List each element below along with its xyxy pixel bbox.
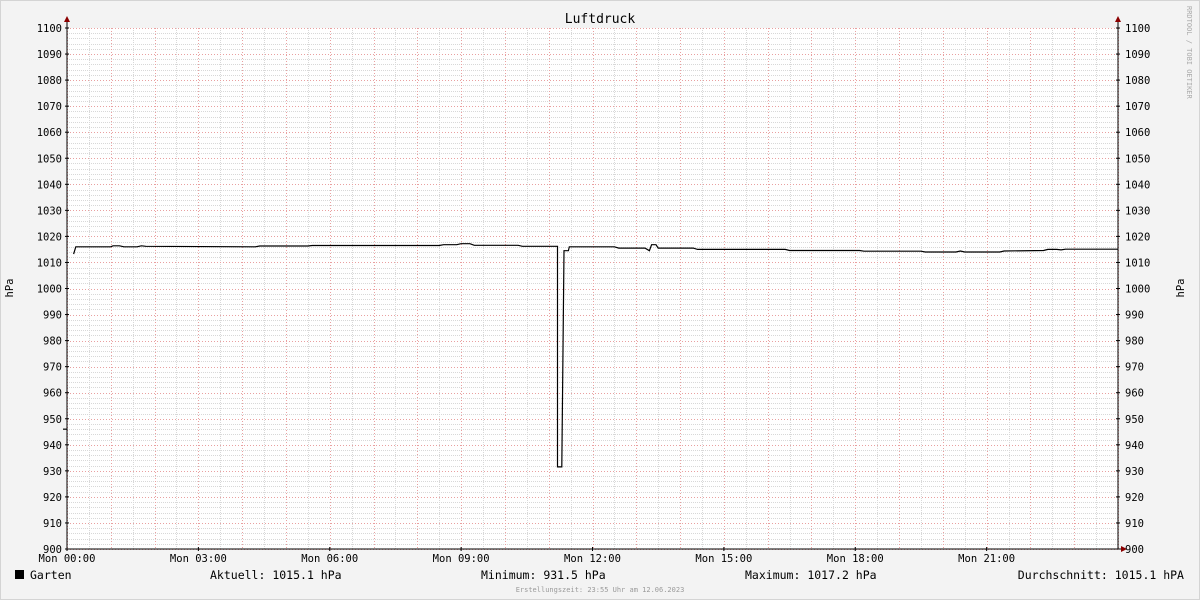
y-tick-labels-right: 900 910 920 930 940 950 960 970 980 990 1000 1010 10… [1116, 23, 1150, 556]
y-tick-label-right: 970 [1125, 362, 1144, 374]
y-axis-label-right: hPa [1175, 279, 1187, 298]
x-tick-label: Mon 12:00 [564, 553, 621, 565]
y-tick-label-right: 1050 [1125, 153, 1150, 165]
y-tick-label-right: 930 [1125, 466, 1144, 478]
y-tick-label-left: 1030 [37, 205, 62, 217]
stat-aktuell-label: Aktuell: [210, 568, 265, 582]
y-tick-label-left: 970 [43, 362, 62, 374]
y-tick-label-left: 1040 [37, 179, 62, 191]
stat-durchschnitt-label: Durchschnitt: [1018, 568, 1108, 582]
y-tick-label-right: 1070 [1125, 101, 1150, 113]
stat-maximum-value: 1017.2 hPa [807, 568, 876, 582]
y-tick-label-left: 1090 [37, 49, 62, 61]
x-tick-label: Mon 18:00 [827, 553, 884, 565]
stat-maximum: Maximum: 1017.2 hPa [745, 568, 877, 582]
x-tick-label: Mon 21:00 [958, 553, 1015, 565]
stat-durchschnitt-value: 1015.1 hPA [1115, 568, 1184, 582]
x-tick-label: Mon 06:00 [301, 553, 358, 565]
y-tick-label-left: 960 [43, 388, 62, 400]
y-tick-label-right: 960 [1125, 388, 1144, 400]
y-tick-label-left: 1010 [37, 257, 62, 269]
y-tick-label-right: 990 [1125, 310, 1144, 322]
y-tick-label-left: 920 [43, 492, 62, 504]
y-tick-label-right: 900 [1125, 544, 1144, 556]
y-tick-label-left: 910 [43, 518, 62, 530]
y-tick-label-left: 1050 [37, 153, 62, 165]
y-tick-label-right: 1060 [1125, 127, 1150, 139]
legend: Garten Aktuell: 1015.1 hPa Minimum: 931.… [15, 568, 1184, 582]
x-tick-label: Mon 15:00 [695, 553, 752, 565]
y-tick-label-right: 1100 [1125, 23, 1150, 35]
y-tick-label-right: 1040 [1125, 179, 1150, 191]
stat-aktuell-value: 1015.1 hPa [272, 568, 341, 582]
y-axis-right-arrow [1115, 16, 1121, 22]
y-tick-label-left: 1000 [37, 284, 62, 296]
y-tick-label-left: 980 [43, 336, 62, 348]
y-tick-label-left: 1070 [37, 101, 62, 113]
y-tick-label-right: 980 [1125, 336, 1144, 348]
y-tick-label-left: 940 [43, 440, 62, 452]
x-tick-label: Mon 00:00 [39, 553, 96, 565]
y-axis-label-left: hPa [4, 279, 16, 298]
y-tick-label-left: 1080 [37, 75, 62, 87]
y-axis-left-arrow [64, 16, 70, 22]
stat-maximum-label: Maximum: [745, 568, 800, 582]
y-tick-label-left: 930 [43, 466, 62, 478]
y-tick-label-right: 1020 [1125, 231, 1150, 243]
stat-durchschnitt: Durchschnitt: 1015.1 hPA [1018, 568, 1184, 582]
y-tick-label-right: 920 [1125, 492, 1144, 504]
stat-minimum: Minimum: 931.5 hPa [481, 568, 606, 582]
y-tick-label-left: 1060 [37, 127, 62, 139]
y-tick-label-right: 1030 [1125, 205, 1150, 217]
y-tick-label-right: 1080 [1125, 75, 1150, 87]
y-tick-label-right: 950 [1125, 414, 1144, 426]
y-tick-label-left: 1020 [37, 231, 62, 243]
x-tick-label: Mon 09:00 [433, 553, 490, 565]
y-tick-label-right: 910 [1125, 518, 1144, 530]
stat-aktuell: Aktuell: 1015.1 hPa [210, 568, 342, 582]
y-tick-label-right: 1000 [1125, 284, 1150, 296]
y-tick-label-right: 1090 [1125, 49, 1150, 61]
y-tick-label-left: 1100 [37, 23, 62, 35]
y-tick-label-left: 950 [43, 414, 62, 426]
y-tick-label-left: 990 [43, 310, 62, 322]
luftdruck-chart: 900 910 920 930 940 950 960 970 980 990 1000 1010 10… [4, 6, 1193, 594]
legend-series-name: Garten [30, 568, 72, 582]
chart-title: Luftdruck [565, 12, 636, 27]
stat-minimum-label: Minimum: [481, 568, 536, 582]
generation-time-footer: Erstellungszeit: 23:55 Uhr am 12.06.2023 [516, 586, 685, 594]
y-tick-label-right: 940 [1125, 440, 1144, 452]
y-tick-label-right: 1010 [1125, 257, 1150, 269]
legend-swatch [15, 570, 24, 579]
y-tick-labels-left: 9009109209309409509609709809901000101010… [37, 23, 69, 556]
stat-minimum-value: 931.5 hPa [543, 568, 605, 582]
rrdtool-watermark: RRDTOOL / TOBI OETIKER [1185, 6, 1193, 100]
x-tick-label: Mon 03:00 [170, 553, 227, 565]
